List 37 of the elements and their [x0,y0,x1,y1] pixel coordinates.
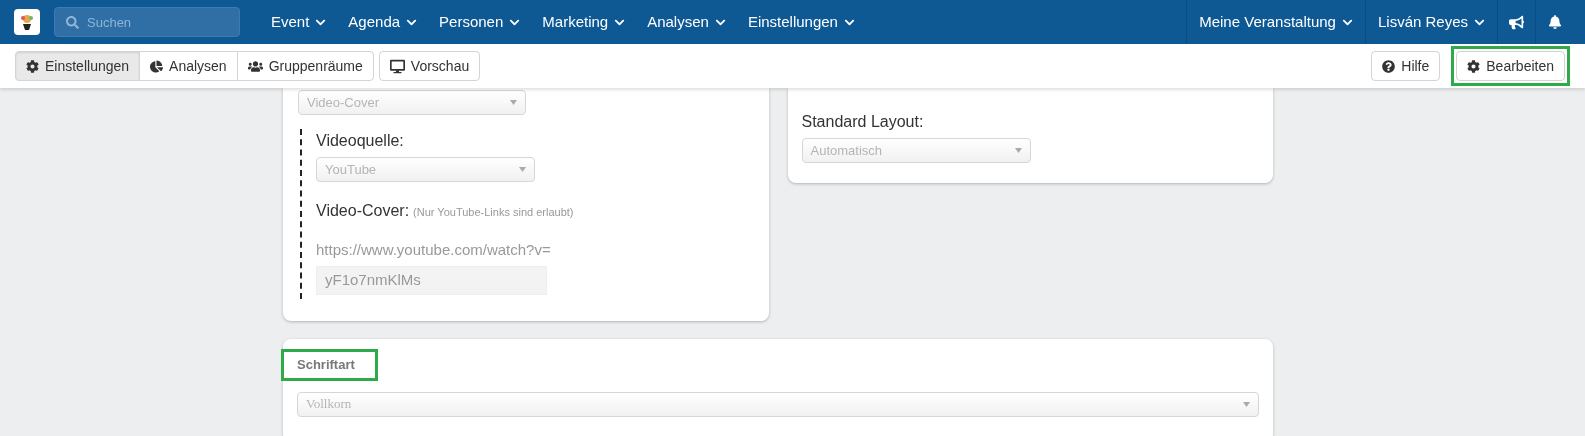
caret-icon [510,100,517,105]
nav-menu-item[interactable]: Event [260,10,338,34]
caret-icon [1243,401,1250,407]
pie-chart-icon [150,59,164,73]
search-field[interactable]: Suchen [54,7,240,37]
field-label: Videoquelle: [316,131,405,151]
caret-icon [519,167,526,172]
nav-menu-item[interactable]: Marketing [531,10,637,34]
gear-icon [26,59,39,73]
search-icon [66,16,79,29]
monitor-icon [389,58,405,74]
field-label: Video-Cover: [316,201,410,221]
select-value: Automatisch [810,141,883,160]
help-icon [1382,59,1396,73]
field-label: Standard Layout: [801,112,925,132]
section-title: Schriftart [297,355,355,374]
preview-button[interactable]: Vorschau [378,51,481,81]
edit-button[interactable]: Bearbeiten [1456,51,1565,81]
nav-menu-item[interactable]: Analysen [636,10,737,34]
help-button[interactable]: Hilfe [1371,51,1441,81]
toolbar-tab[interactable]: Einstellungen [15,51,141,81]
field-hint: (Nur YouTube-Links sind erlaubt) [413,205,574,220]
select-value: Vollkorn [306,395,352,414]
select-value: Video-Cover [307,93,380,112]
caret-icon [1014,148,1022,153]
url-prefix: https://www.youtube.com/watch?v= [316,240,552,260]
logo-icon[interactable] [14,9,40,35]
nav-menu-item[interactable]: Einstellungen [736,10,866,34]
bell-icon[interactable] [1547,15,1562,29]
nav-menu-item[interactable]: Personen [428,10,532,34]
megaphone-icon[interactable] [1509,14,1524,30]
toolbar-tab[interactable]: Gruppenräume [236,51,374,81]
gear-icon [1467,59,1481,73]
toolbar-tab[interactable]: Analysen [139,51,238,81]
nav-menu-item[interactable]: Agenda [337,10,429,34]
users-icon [247,58,263,74]
select-value: YouTube [325,160,377,179]
